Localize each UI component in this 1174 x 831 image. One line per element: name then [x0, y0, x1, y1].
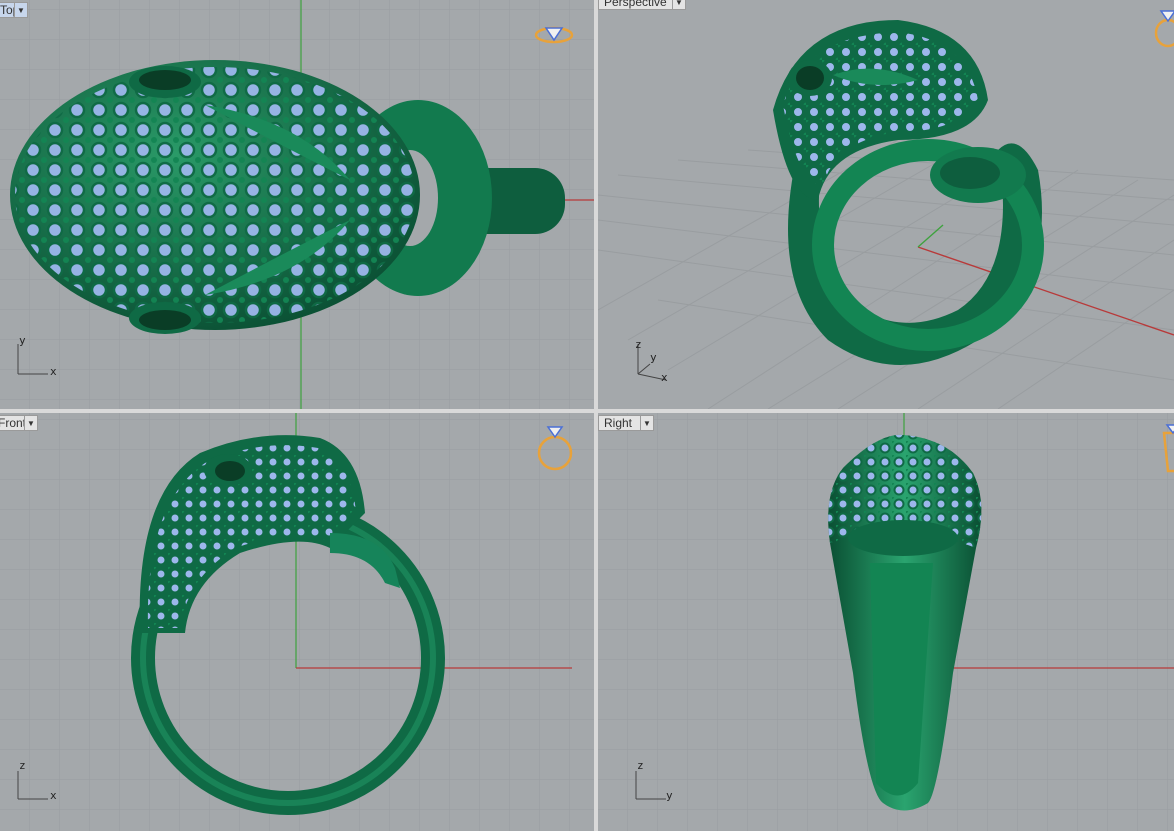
ring-icon[interactable] — [533, 18, 575, 48]
viewport-front[interactable]: Front ▼ z x — [0, 413, 594, 831]
viewport-top[interactable]: Top ▼ y x — [0, 0, 594, 409]
axis-label-b: x — [50, 365, 57, 378]
axis-label-a: z — [637, 759, 644, 772]
viewport-perspective[interactable]: Perspective ▼ z y x — [598, 0, 1174, 409]
axis-label-b: y — [650, 351, 657, 364]
viewport-title: Perspective — [604, 0, 667, 9]
axis-label-a: z — [635, 338, 642, 351]
axis-label-a: y — [19, 334, 26, 347]
viewport-label-perspective[interactable]: Perspective ▼ — [598, 0, 686, 10]
axis-label-a: z — [19, 759, 26, 772]
ring-icon[interactable] — [1158, 423, 1174, 477]
axis-label-c: x — [661, 371, 668, 384]
chevron-down-icon[interactable]: ▼ — [14, 3, 27, 17]
axis-label-b: x — [50, 789, 57, 802]
ring-icon[interactable] — [535, 423, 575, 473]
axis-label-b: y — [666, 789, 673, 802]
ring-model-front[interactable] — [0, 413, 594, 831]
viewport-label-top[interactable]: Top ▼ — [0, 2, 28, 18]
ring-icon[interactable] — [1153, 5, 1174, 49]
chevron-down-icon[interactable]: ▼ — [672, 0, 685, 9]
chevron-down-icon[interactable]: ▼ — [640, 416, 653, 430]
viewport-title: Front — [0, 416, 24, 430]
viewport-label-right[interactable]: Right ▼ — [598, 415, 654, 431]
viewport-title: Right — [604, 416, 633, 430]
viewport-title: Top — [0, 3, 14, 17]
viewport-label-front[interactable]: Front ▼ — [0, 415, 38, 431]
ring-model-perspective[interactable] — [598, 0, 1174, 409]
ring-model-top[interactable] — [0, 0, 594, 409]
chevron-down-icon[interactable]: ▼ — [24, 416, 37, 430]
viewport-right[interactable]: Right ▼ z y — [598, 413, 1174, 831]
